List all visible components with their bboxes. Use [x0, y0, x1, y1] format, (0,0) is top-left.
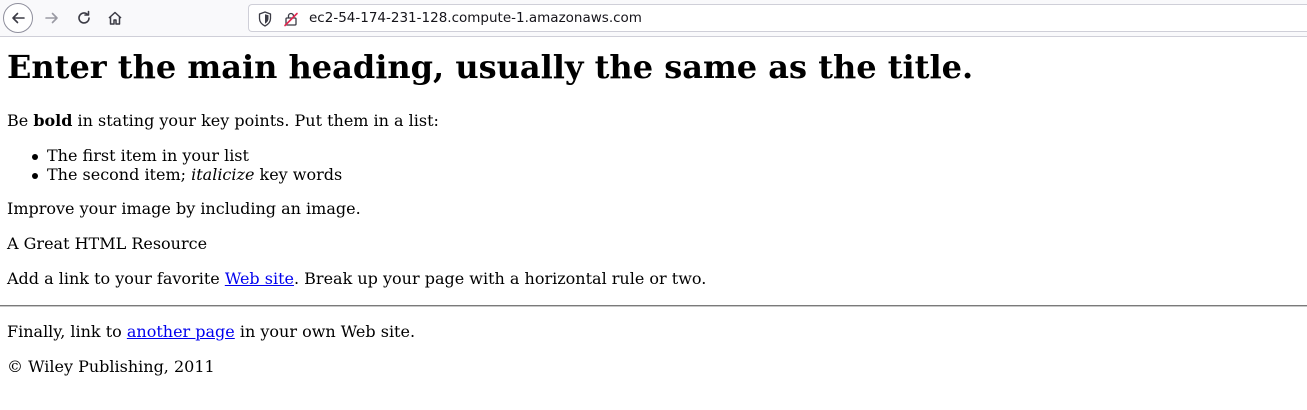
list-item-text-start: The second item; — [47, 165, 192, 184]
bold-text: bold — [33, 111, 73, 130]
url-text[interactable]: ec2-54-174-231-128.compute-1.amazonaws.c… — [309, 10, 642, 26]
forward-button[interactable] — [37, 3, 67, 33]
another-page-link[interactable]: another page — [127, 322, 235, 341]
link-paragraph-end: . Break up your page with a horizontal r… — [293, 269, 707, 288]
reload-icon — [78, 10, 90, 24]
key-points-list: The first item in your list The second i… — [7, 146, 1300, 184]
arrow-left-icon — [12, 12, 25, 24]
intro-text-end: in stating your key points. Put them in … — [72, 111, 439, 130]
another-page-paragraph: Finally, link to another page in your ow… — [7, 322, 1300, 342]
list-item: The first item in your list — [32, 146, 1300, 165]
another-page-end: in your own Web site. — [234, 322, 416, 341]
reload-button[interactable] — [69, 3, 99, 33]
url-bar[interactable]: ec2-54-174-231-128.compute-1.amazonaws.c… — [248, 4, 1307, 32]
insecure-lock-icon[interactable] — [283, 11, 299, 27]
another-page-start: Finally, link to — [7, 322, 127, 341]
arrow-right-icon — [45, 12, 58, 24]
browser-toolbar: ec2-54-174-231-128.compute-1.amazonaws.c… — [0, 0, 1307, 37]
image-paragraph: Improve your image by including an image… — [7, 199, 361, 218]
intro-text-start: Be — [7, 111, 34, 130]
list-item-text-end: key words — [254, 165, 343, 184]
intro-paragraph: Be bold in stating your key points. Put … — [7, 111, 1300, 131]
italic-text: italicize — [191, 165, 255, 184]
page-content: Enter the main heading, usually the same… — [0, 47, 1307, 377]
page-heading: Enter the main heading, usually the same… — [7, 48, 974, 86]
list-item: The second item; italicize key words — [32, 165, 1300, 184]
copyright-footer: © Wiley Publishing, 2011 — [7, 357, 215, 376]
link-paragraph-start: Add a link to your favorite — [7, 269, 225, 288]
web-site-link[interactable]: Web site — [225, 269, 294, 288]
list-item-text: The first item in your list — [47, 146, 249, 165]
horizontal-rule — [0, 305, 1307, 307]
back-button[interactable] — [3, 3, 33, 33]
shield-icon[interactable] — [257, 11, 273, 27]
home-button[interactable] — [100, 3, 130, 33]
resource-paragraph: A Great HTML Resource — [7, 234, 208, 253]
link-paragraph: Add a link to your favorite Web site. Br… — [7, 269, 1300, 289]
home-icon — [108, 11, 122, 25]
